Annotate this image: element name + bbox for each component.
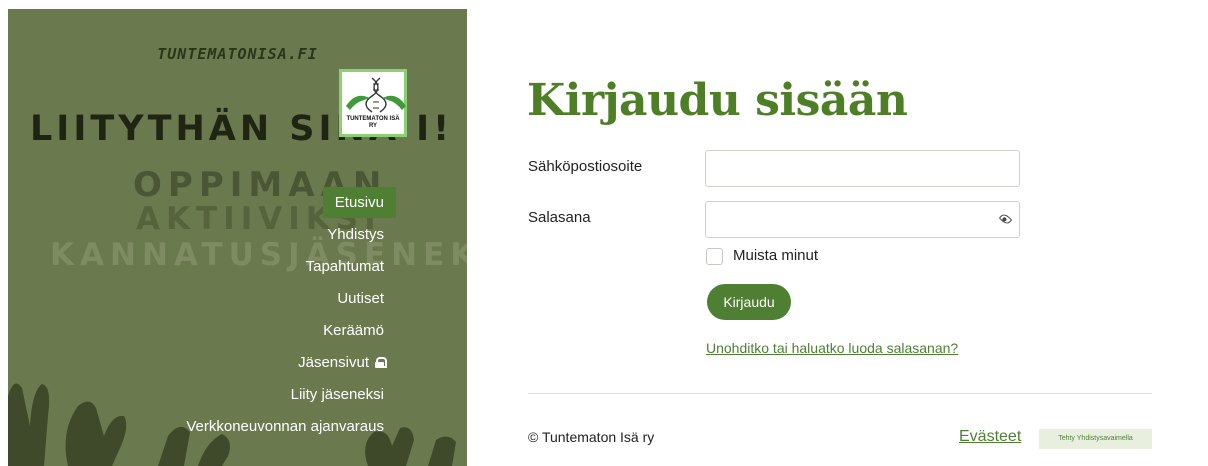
email-field[interactable] (705, 150, 1020, 187)
nav-item-label: Jäsensivut (298, 354, 369, 371)
copyright-text: © Tuntematon Isä ry (528, 429, 655, 445)
nav-item-tapahtumat[interactable]: Tapahtumat (156, 251, 396, 283)
nav-item-label: Keräämö (323, 322, 384, 339)
sidebar-panel: TUNTEMATONISA.FI OPPIMAAN AKTIIVIKSI KAN… (8, 9, 467, 466)
nav-item-label: Liity jäseneksi (290, 386, 384, 403)
nav-item-uutiset[interactable]: Uutiset (156, 283, 396, 315)
nav-item-liity-jaseneksi[interactable]: Liity jäseneksi (156, 379, 396, 411)
organization-logo[interactable]: TUNTEMATON ISÄ RY (339, 69, 407, 137)
nav-item-label: Yhdistys (327, 226, 384, 243)
nav-item-verkkoneuvonta[interactable]: Verkkoneuvonnan ajanvaraus (156, 411, 396, 443)
nav-item-label: Verkkoneuvonnan ajanvaraus (186, 418, 384, 435)
forgot-password-link[interactable]: Unohditko tai haluatko luoda salasanan? (706, 340, 958, 356)
site-url-text: TUNTEMATONISA.FI (157, 45, 318, 63)
main-navigation: Etusivu Yhdistys Tapahtumat Uutiset Kerä… (156, 187, 396, 443)
nav-item-label: Uutiset (337, 290, 384, 307)
lock-icon (375, 357, 387, 368)
password-label: Salasana (528, 209, 591, 226)
email-label: Sähköpostiosoite (528, 158, 643, 175)
logo-text: TUNTEMATON ISÄ RY (346, 116, 400, 129)
remember-label: Muista minut (733, 247, 819, 264)
dna-hands-icon (346, 77, 406, 113)
nav-item-etusivu[interactable]: Etusivu (156, 187, 396, 219)
login-button[interactable]: Kirjaudu (707, 284, 791, 320)
page-title: Kirjaudu sisään (527, 75, 908, 126)
nav-item-label: Tapahtumat (305, 258, 384, 275)
eye-icon[interactable] (998, 212, 1013, 226)
password-field[interactable] (705, 201, 1020, 238)
nav-item-keraamo[interactable]: Keräämö (156, 315, 396, 347)
nav-item-yhdistys[interactable]: Yhdistys (156, 219, 396, 251)
footer-divider (528, 393, 1152, 394)
cookies-link[interactable]: Evästeet (959, 428, 1021, 446)
made-with-badge[interactable]: Tehty Yhdistysavaimella (1039, 429, 1152, 449)
nav-item-jasensivut[interactable]: Jäsensivut (156, 347, 396, 379)
remember-checkbox[interactable] (706, 248, 723, 265)
nav-item-label: Etusivu (322, 187, 396, 218)
